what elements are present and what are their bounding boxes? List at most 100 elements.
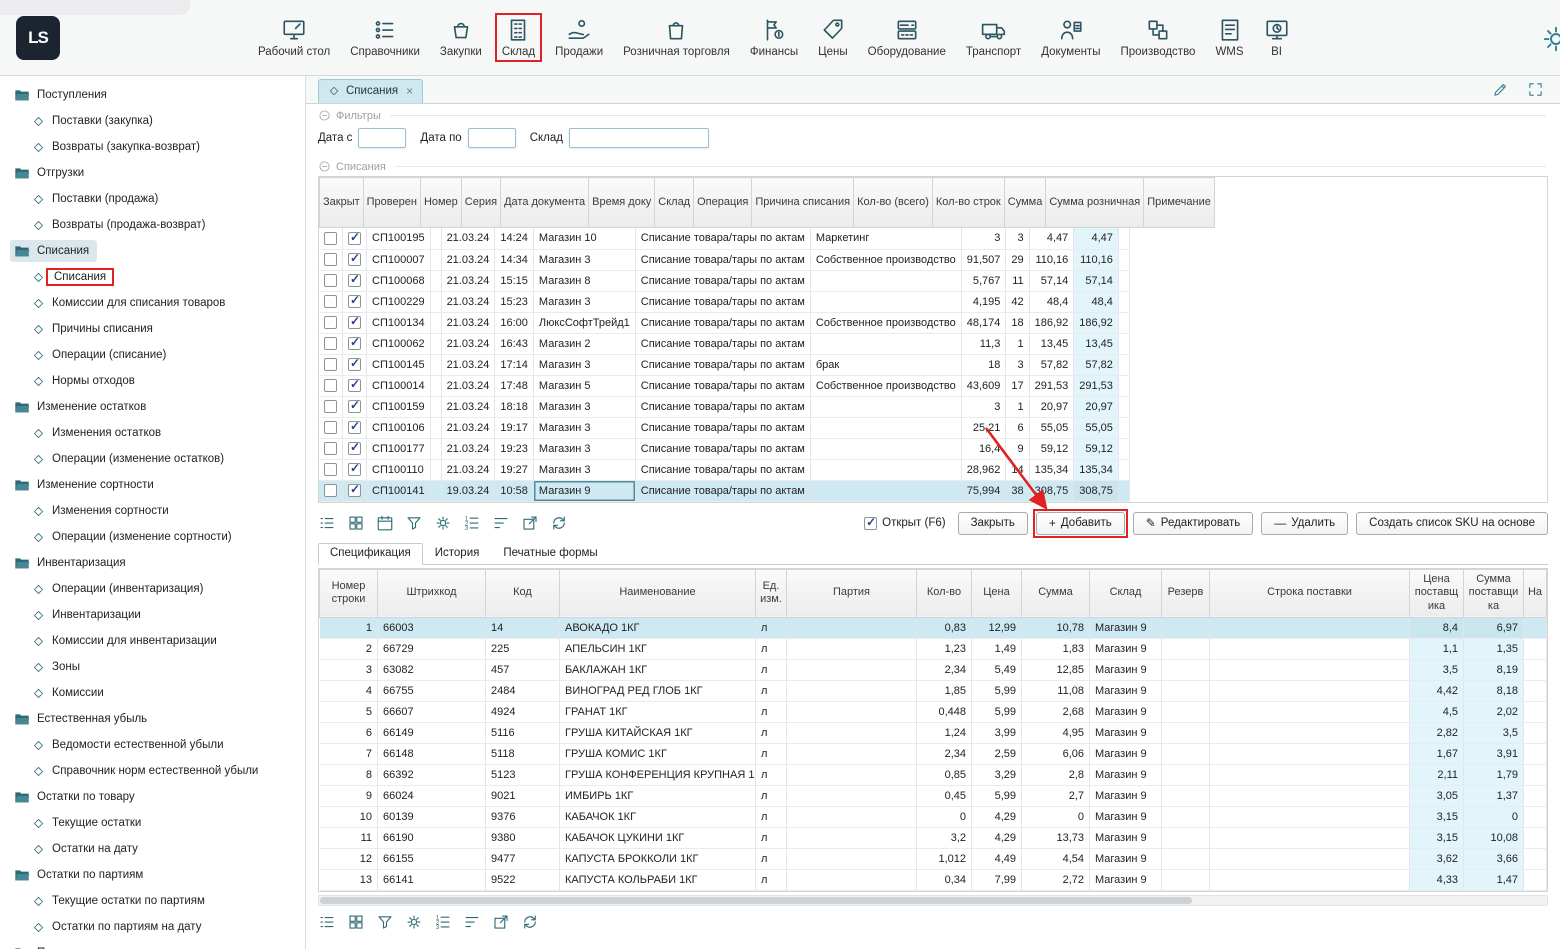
cell[interactable]: Магазин 3 [533,249,635,270]
cell[interactable]: 1,012 [917,848,972,869]
cell[interactable]: Магазин 9 [1090,869,1162,890]
cell[interactable]: Списание товара/тары по актам [635,333,810,354]
cell[interactable]: 9 [320,785,378,806]
cell[interactable] [1524,806,1547,827]
table-row[interactable]: СП10006821.03.2415:15Магазин 8Списание т… [319,270,1129,291]
gear-icon[interactable] [434,514,452,532]
cell[interactable]: 55,05 [1029,417,1074,438]
cell[interactable]: 0,83 [917,617,972,638]
cell[interactable]: 3,5 [1410,659,1464,680]
cell[interactable]: 1,67 [1410,743,1464,764]
column-header[interactable]: Сумма розничная [1046,178,1144,228]
cell[interactable]: 0,85 [917,764,972,785]
cell[interactable]: 59,12 [1029,438,1074,459]
cell[interactable] [810,333,961,354]
cell[interactable] [787,827,917,848]
cell[interactable]: 10:58 [495,480,534,501]
cell[interactable]: 9376 [486,806,560,827]
topbar-item-desktop[interactable]: Рабочий стол [248,12,340,63]
cell[interactable]: 13,73 [1022,827,1090,848]
cell[interactable]: 2,7 [1022,785,1090,806]
verified-checkbox[interactable] [348,400,361,413]
cell[interactable] [1210,785,1410,806]
gear-icon[interactable] [405,913,423,931]
cell[interactable] [810,270,961,291]
cell[interactable]: 6,06 [1022,743,1090,764]
filter-input-1[interactable] [468,128,516,148]
export-icon[interactable] [492,913,510,931]
create-sku-list-button[interactable]: Создать список SKU на основе [1356,512,1548,535]
cell[interactable]: 17:48 [495,375,534,396]
cell[interactable]: 66392 [378,764,486,785]
cell[interactable]: 21.03.24 [441,333,495,354]
column-header[interactable]: Кол-во строк [932,178,1004,228]
cell[interactable]: 3,66 [1464,848,1524,869]
cell[interactable]: КАБАЧОК 1КГ [560,806,756,827]
cell[interactable]: СП100007 [367,249,431,270]
column-header[interactable]: Склад [1090,569,1162,617]
verified-checkbox[interactable] [348,337,361,350]
cell[interactable] [1162,869,1210,890]
column-header[interactable]: На [1524,569,1547,617]
cell[interactable]: 4,195 [961,291,1006,312]
sidebar-item-26[interactable]: Справочник норм естественной убыли [0,758,305,784]
table-row[interactable]: 10601399376КАБАЧОК 1КГл04,290Магазин 93,… [320,806,1547,827]
cell[interactable]: Списание товара/тары по актам [635,459,810,480]
cell[interactable] [430,417,441,438]
delete-button[interactable]: — Удалить [1261,512,1348,535]
topbar-item-wms[interactable]: WMS [1205,12,1253,63]
verified-checkbox[interactable] [348,463,361,476]
closed-checkbox[interactable] [324,274,337,287]
filter-icon[interactable] [405,514,423,532]
closed-checkbox[interactable] [324,484,337,497]
cell[interactable]: КАПУСТА КОЛЬРАБИ 1КГ [560,869,756,890]
table-row[interactable]: СП10014521.03.2417:14Магазин 3Списание т… [319,354,1129,375]
cell[interactable]: 17 [1006,375,1029,396]
column-header[interactable]: Ед. изм. [756,569,787,617]
cell[interactable] [1210,638,1410,659]
cell[interactable]: 2,34 [917,659,972,680]
cell[interactable]: л [756,743,787,764]
cell[interactable]: Списание товара/тары по актам [635,417,810,438]
cell[interactable]: 3,05 [1410,785,1464,806]
cell[interactable]: 4924 [486,701,560,722]
cell[interactable]: 14 [1006,459,1029,480]
cell[interactable]: 20,97 [1029,396,1074,417]
cell[interactable]: 21.03.24 [441,396,495,417]
table-row[interactable]: СП10015921.03.2418:18Магазин 3Списание т… [319,396,1129,417]
closed-checkbox[interactable] [324,358,337,371]
filter-input-2[interactable] [569,128,709,148]
cell[interactable] [810,417,961,438]
detail-tab-1[interactable]: История [423,543,492,564]
open-f6-checkbox[interactable] [864,517,877,530]
column-header[interactable]: Резерв [1162,569,1210,617]
sort-descending-icon[interactable] [463,913,481,931]
cell[interactable]: 14:34 [495,249,534,270]
cell[interactable]: Магазин 3 [533,396,635,417]
cell[interactable]: ВИНОГРАД РЕД ГЛОБ 1КГ [560,680,756,701]
sidebar-item-27[interactable]: Остатки по товару [0,784,305,810]
sidebar-item-4[interactable]: Поставки (продажа) [0,186,305,212]
cell[interactable]: 59,12 [1074,438,1119,459]
sidebar-item-16[interactable]: Изменения сортности [0,498,305,524]
closed-checkbox[interactable] [324,463,337,476]
cell[interactable]: 2,02 [1464,701,1524,722]
sidebar-item-9[interactable]: Причины списания [0,316,305,342]
cell[interactable]: 9522 [486,869,560,890]
cell[interactable]: 60139 [378,806,486,827]
column-header[interactable]: Партия [787,569,917,617]
cell[interactable]: 2,59 [972,743,1022,764]
cell[interactable]: 4,33 [1410,869,1464,890]
cell[interactable] [430,396,441,417]
cell[interactable]: 0 [1022,806,1090,827]
cell[interactable]: 4,42 [1410,680,1464,701]
cell[interactable]: 2,72 [1022,869,1090,890]
topbar-item-directory[interactable]: Справочники [340,12,430,63]
cell[interactable]: Магазин 9 [1090,617,1162,638]
cell[interactable]: 21.03.24 [441,375,495,396]
table-row[interactable]: СП10010621.03.2419:17Магазин 3Списание т… [319,417,1129,438]
table-row[interactable]: 363082457БАКЛАЖАН 1КГл2,345,4912,85Магаз… [320,659,1547,680]
cell[interactable]: 291,53 [1074,375,1119,396]
cell[interactable]: 15:23 [495,291,534,312]
cell[interactable] [1118,354,1129,375]
